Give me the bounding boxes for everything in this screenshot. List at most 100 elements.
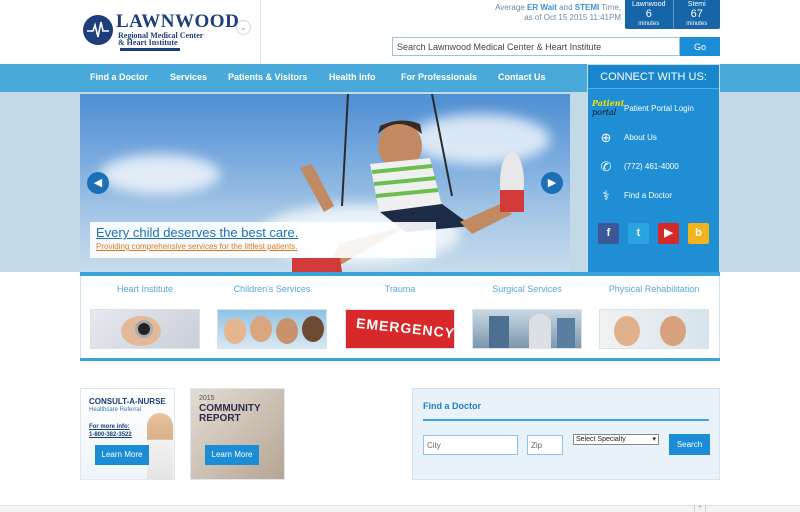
nav-health-info[interactable]: Health Info xyxy=(329,72,376,82)
trauma-emergency-image: EMERGENCY xyxy=(345,309,455,349)
portal-logo-line1: Patient xyxy=(592,98,625,108)
specialty-select-value: Select Specialty xyxy=(576,436,626,443)
find-doctor-divider xyxy=(423,419,709,421)
emergency-sign-text: EMERGENCY xyxy=(355,314,455,342)
find-doctor-title: Find a Doctor xyxy=(423,401,481,411)
er-wait-col2-unit: minutes xyxy=(686,21,708,27)
surgical-services-image xyxy=(472,309,582,349)
surgeon-shape xyxy=(557,318,575,348)
nav-services[interactable]: Services xyxy=(170,72,207,82)
er-wait-and: and xyxy=(559,3,573,12)
twitter-icon[interactable]: t xyxy=(628,223,649,244)
patient-portal-logo: Patient portal xyxy=(592,99,624,119)
chevron-left-icon[interactable]: ◀ xyxy=(87,172,109,194)
services-strip: Heart Institute Children's Services Trau… xyxy=(80,276,720,360)
report-year: 2015 xyxy=(199,395,215,402)
hero-slider[interactable]: ◀ ▶ Every child deserves the best care. … xyxy=(80,94,570,272)
person-face xyxy=(614,316,640,346)
logo-tag-bar xyxy=(120,48,180,51)
connect-find-doctor[interactable]: ⚕ Find a Doctor xyxy=(588,182,719,210)
er-wait-stemi-label: STEMI xyxy=(574,3,600,12)
promo-info-label: For more info: xyxy=(89,424,130,430)
connect-item-label: About Us xyxy=(624,133,657,142)
er-wait-prefix: Average xyxy=(495,3,525,12)
promo-title: CONSULT-A-NURSE xyxy=(89,397,166,406)
er-wait-suffix: Time, xyxy=(601,3,621,12)
er-wait-er-label: ER Wait xyxy=(527,3,557,12)
promo-phone: 1-800-382-3522 xyxy=(89,432,132,438)
er-wait-col1-unit: minutes xyxy=(638,21,660,27)
facebook-icon[interactable]: f xyxy=(598,223,619,244)
find-doctor-search-button[interactable]: Search xyxy=(669,434,710,455)
heart-institute-image xyxy=(90,309,200,349)
chevron-down-icon: ▾ xyxy=(652,436,656,443)
connect-panel: CONNECT WITH US: Patient portal Patient P… xyxy=(587,64,720,281)
caduceus-icon: ⚕ xyxy=(602,188,610,203)
childrens-services-image xyxy=(217,309,327,349)
nav-find-a-doctor[interactable]: Find a Doctor xyxy=(90,72,148,82)
promo-info: For more info: 1-800-382-3522 xyxy=(89,423,132,439)
report-learn-more-button[interactable]: Learn More xyxy=(205,445,259,465)
nurse-learn-more-button[interactable]: Learn More xyxy=(95,445,149,465)
surgeon-shape xyxy=(489,316,509,348)
youtube-icon[interactable]: ▶ xyxy=(658,223,679,244)
logo-name: LAWNWOOD xyxy=(116,11,240,32)
site-logo[interactable]: LAWNWOOD Regional Medical Center & Heart… xyxy=(82,12,239,51)
report-title-line2: REPORT xyxy=(199,413,241,424)
service-childrens[interactable]: Children's Services xyxy=(217,276,327,356)
find-a-doctor-widget: Find a Doctor Select Specialty ▾ Search xyxy=(412,388,720,480)
service-surgical[interactable]: Surgical Services xyxy=(472,276,582,356)
chevron-right-icon[interactable]: ▶ xyxy=(541,172,563,194)
portal-logo-line2: portal xyxy=(592,108,617,117)
phone-icon: ✆ xyxy=(600,159,612,174)
service-label: Trauma xyxy=(384,284,416,294)
child-face xyxy=(302,316,324,342)
service-label: Physical Rehabilitation xyxy=(608,284,700,294)
service-physical-rehab[interactable]: Physical Rehabilitation xyxy=(599,276,709,356)
surgeon-shape xyxy=(529,314,551,348)
city-input[interactable] xyxy=(423,435,518,455)
chevron-down-icon[interactable]: ⌄ xyxy=(236,20,251,35)
footer-edge xyxy=(0,505,800,512)
site-search-input[interactable] xyxy=(392,37,680,56)
child-face xyxy=(224,318,246,344)
logo-line2: & Heart Institute xyxy=(118,38,178,47)
connect-item-label: Patient Portal Login xyxy=(624,104,694,113)
er-wait-lawnwood: Lawnwood 6 minutes xyxy=(625,0,673,29)
service-trauma[interactable]: Trauma EMERGENCY xyxy=(345,276,455,356)
connect-item-label: (772) 461-4000 xyxy=(624,162,679,171)
service-label: Children's Services xyxy=(233,284,311,294)
hero-caption[interactable]: Every child deserves the best care. Prov… xyxy=(90,222,436,258)
service-heart-institute[interactable]: Heart Institute xyxy=(90,276,200,356)
er-wait-col2-value: 67 xyxy=(690,8,703,20)
logo-emblem-icon xyxy=(83,15,113,45)
connect-item-label: Find a Doctor xyxy=(624,191,673,200)
specialty-select[interactable]: Select Specialty ▾ xyxy=(573,434,659,445)
hero-title-link[interactable]: Every child deserves the best care. xyxy=(96,225,298,240)
search-go-button[interactable]: Go xyxy=(680,37,720,56)
scroll-top-tab[interactable]: + xyxy=(694,505,706,512)
header: LAWNWOOD Regional Medical Center & Heart… xyxy=(0,0,800,64)
child-face xyxy=(250,316,272,342)
service-label: Surgical Services xyxy=(492,284,562,294)
connect-title: CONNECT WITH US: xyxy=(588,65,719,89)
nav-patients-visitors[interactable]: Patients & Visitors xyxy=(228,72,307,82)
blog-icon[interactable]: b xyxy=(688,223,709,244)
zip-input[interactable] xyxy=(527,435,563,455)
connect-about-us[interactable]: ⊕ About Us xyxy=(588,124,719,152)
promo-subtitle: Healthcare Referral xyxy=(89,407,142,413)
er-wait-timestamp: as of Oct 15 2015 11:41PM xyxy=(524,13,621,22)
report-title: COMMUNITY REPORT xyxy=(199,404,261,424)
hero-subtitle-link[interactable]: Providing comprehensive services for the… xyxy=(96,242,297,251)
stethoscope-icon xyxy=(135,320,153,338)
er-wait-box: Lawnwood 6 minutes Stemi 67 minutes xyxy=(625,0,720,29)
nav-for-professionals[interactable]: For Professionals xyxy=(401,72,477,82)
service-label: Heart Institute xyxy=(116,284,174,294)
consult-a-nurse-promo[interactable]: CONSULT-A-NURSE Healthcare Referral For … xyxy=(80,388,175,480)
nav-contact-us[interactable]: Contact Us xyxy=(498,72,546,82)
er-wait-stemi: Stemi 67 minutes xyxy=(672,0,721,29)
connect-phone[interactable]: ✆ (772) 461-4000 xyxy=(588,153,719,181)
person-face xyxy=(660,316,686,346)
community-report-promo[interactable]: 2015 COMMUNITY REPORT Learn More xyxy=(190,388,285,480)
connect-patient-portal[interactable]: Patient portal Patient Portal Login xyxy=(588,95,719,123)
